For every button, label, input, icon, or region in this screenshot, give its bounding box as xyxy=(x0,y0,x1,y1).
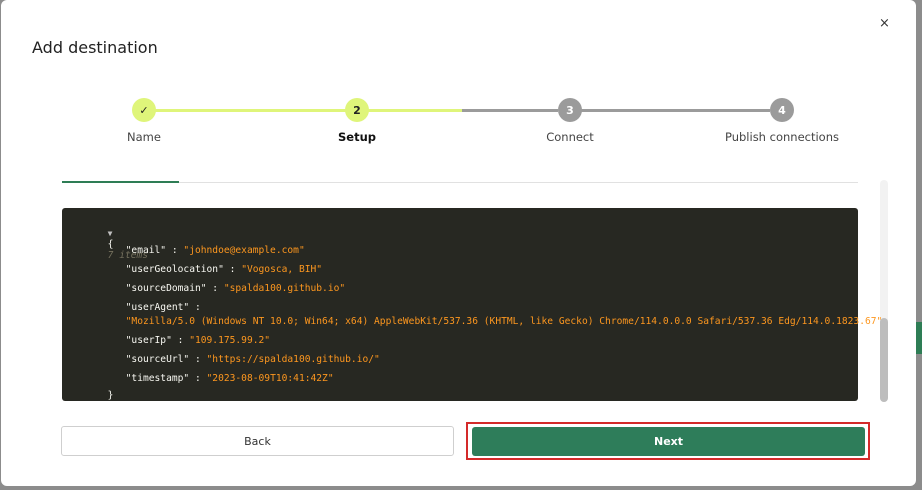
step-name-check-icon: ✓ xyxy=(132,98,156,122)
step-publish-badge: 4 xyxy=(770,98,794,122)
step-connect-badge: 3 xyxy=(558,98,582,122)
step-connect-label: Connect xyxy=(546,130,594,144)
step-publish-label: Publish connections xyxy=(724,130,839,144)
modal-title: Add destination xyxy=(32,38,158,57)
step-setup-badge: 2 xyxy=(345,98,369,122)
next-button[interactable]: Next xyxy=(472,427,865,456)
tab-divider xyxy=(62,182,858,183)
step-connector-4 xyxy=(581,109,770,112)
close-icon[interactable]: × xyxy=(879,16,890,32)
step-name-label: Name xyxy=(127,130,161,144)
step-connector-1 xyxy=(155,109,346,112)
active-tab-indicator[interactable] xyxy=(62,181,179,183)
json-value: "spalda100.github.io" xyxy=(223,283,346,294)
background-panel-edge xyxy=(916,322,922,354)
json-key: "timestamp" xyxy=(125,373,190,384)
step-connector-2 xyxy=(368,109,462,112)
step-connector-3 xyxy=(462,109,558,112)
json-value: "2023-08-09T10:41:42Z" xyxy=(206,373,334,384)
json-field: "timestamp" : "2023-08-09T10:41:42Z" xyxy=(125,373,334,384)
step-setup-label: Setup xyxy=(338,130,376,144)
json-viewer: ▼ { 7 items "email" : "johndoe@example.c… xyxy=(62,208,882,401)
add-destination-modal: Add destination × ✓ 2 3 4 Name Setup Con… xyxy=(1,0,916,486)
back-button[interactable]: Back xyxy=(61,426,454,456)
json-close-brace: } xyxy=(107,390,114,401)
